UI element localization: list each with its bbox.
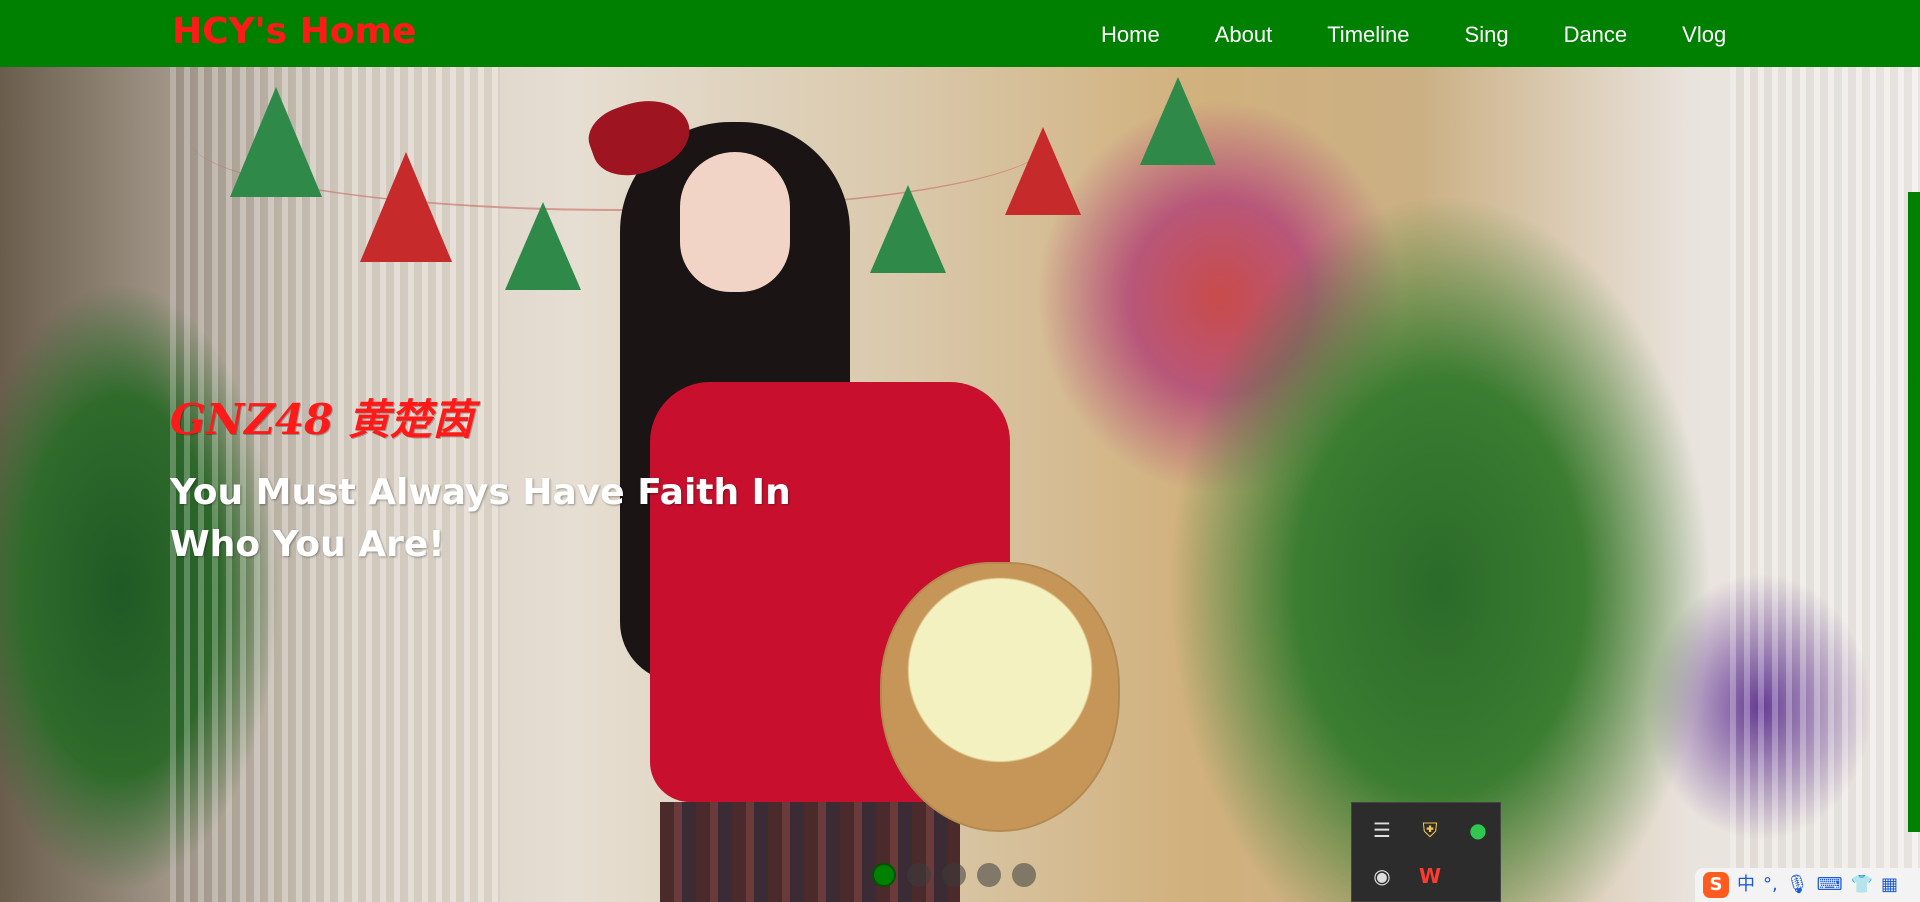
felt-tree-ornament <box>505 202 581 290</box>
wps-icon[interactable]: W <box>1415 861 1445 891</box>
keyboard-icon[interactable]: ⌨ <box>1817 873 1843 897</box>
wechat-icon[interactable]: ● <box>1463 815 1493 845</box>
system-tray-popup: ☰ ⛨ ● ◉ W <box>1351 802 1501 902</box>
felt-tree-ornament <box>360 152 452 262</box>
playlist-icon[interactable]: ☰ <box>1367 815 1397 845</box>
hero-subtitle: You Must Always Have Faith In Who You Ar… <box>170 472 791 565</box>
curtain-right <box>1730 67 1920 902</box>
hero-title: GNZ48 黄楚茵 <box>170 395 474 444</box>
skin-icon[interactable]: 👕 <box>1851 873 1873 897</box>
carousel-dot[interactable] <box>872 863 896 887</box>
felt-tree-ornament <box>230 87 322 197</box>
main-nav: Home About Timeline Sing Dance Vlog <box>1101 20 1726 50</box>
ime-toolbar: S 中 °, 🎙 ⌨ 👕 ▦ <box>1695 868 1920 902</box>
scroll-indicator[interactable] <box>1908 192 1920 832</box>
sogou-ime-icon[interactable]: S <box>1703 872 1729 898</box>
punctuation-icon[interactable]: °, <box>1763 873 1778 897</box>
chinese-mode-icon[interactable]: 中 <box>1737 873 1755 897</box>
carousel-dot[interactable] <box>1012 863 1036 887</box>
carousel-dot[interactable] <box>942 863 966 887</box>
carousel-dot[interactable] <box>977 863 1001 887</box>
carousel-indicators <box>872 863 1036 887</box>
nav-home[interactable]: Home <box>1101 20 1160 50</box>
nav-about[interactable]: About <box>1215 20 1273 50</box>
shield-warning-icon[interactable]: ⛨ <box>1415 815 1445 845</box>
nav-timeline[interactable]: Timeline <box>1327 20 1409 50</box>
nav-dance[interactable]: Dance <box>1564 20 1628 50</box>
nav-vlog[interactable]: Vlog <box>1682 20 1726 50</box>
discord-icon[interactable]: ◉ <box>1367 861 1397 891</box>
apps-icon[interactable]: ▦ <box>1881 873 1898 897</box>
carousel-dot[interactable] <box>907 863 931 887</box>
microphone-icon[interactable]: 🎙 <box>1786 873 1809 897</box>
hero-caption: GNZ48 黄楚茵 You Must Always Have Faith In … <box>170 395 890 571</box>
flower-basket <box>880 562 1120 832</box>
felt-tree-ornament <box>1140 77 1216 165</box>
navbar: HCY's Home Home About Timeline Sing Danc… <box>0 0 1920 67</box>
brand-logo[interactable]: HCY's Home <box>172 10 416 53</box>
nav-sing[interactable]: Sing <box>1465 20 1509 50</box>
